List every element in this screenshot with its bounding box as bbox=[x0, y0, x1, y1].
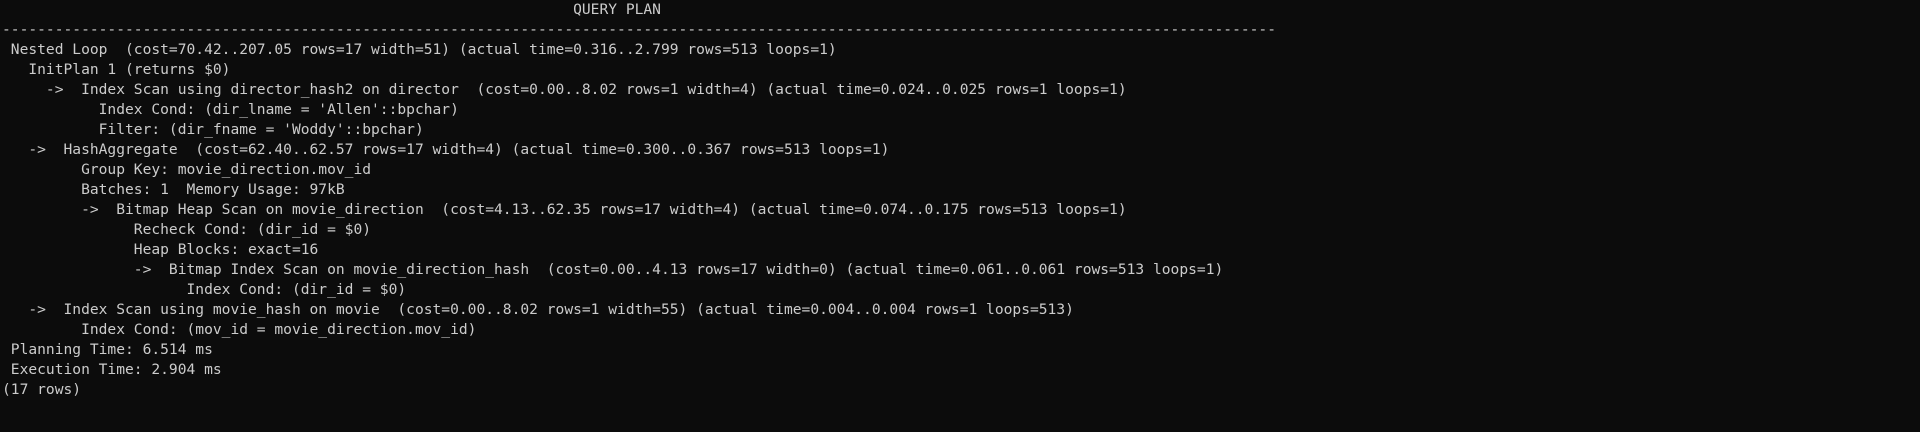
plan-line: Filter: (dir_fname = 'Woddy'::bpchar) bbox=[2, 121, 424, 138]
plan-line: Index Cond: (dir_id = $0) bbox=[2, 281, 407, 298]
terminal-output[interactable]: QUERY PLAN -----------------------------… bbox=[0, 0, 1920, 432]
plan-line: -> HashAggregate (cost=62.40..62.57 rows… bbox=[2, 141, 890, 158]
plan-line: Index Cond: (mov_id = movie_direction.mo… bbox=[2, 321, 477, 338]
plan-line: -> Index Scan using movie_hash on movie … bbox=[2, 301, 1074, 318]
query-plan-header: QUERY PLAN bbox=[2, 1, 661, 18]
plan-line: Index Cond: (dir_lname = 'Allen'::bpchar… bbox=[2, 101, 459, 118]
plan-line: Heap Blocks: exact=16 bbox=[2, 241, 319, 258]
plan-line: -> Bitmap Heap Scan on movie_direction (… bbox=[2, 201, 1127, 218]
plan-line: Batches: 1 Memory Usage: 97kB bbox=[2, 181, 345, 198]
planning-time: Planning Time: 6.514 ms bbox=[2, 341, 213, 358]
header-separator: ----------------------------------------… bbox=[2, 21, 1276, 38]
plan-line: -> Bitmap Index Scan on movie_direction_… bbox=[2, 261, 1224, 278]
plan-line: Recheck Cond: (dir_id = $0) bbox=[2, 221, 372, 238]
plan-line: InitPlan 1 (returns $0) bbox=[2, 61, 231, 78]
plan-line: Nested Loop (cost=70.42..207.05 rows=17 … bbox=[2, 41, 837, 58]
execution-time: Execution Time: 2.904 ms bbox=[2, 361, 222, 378]
plan-line: -> Index Scan using director_hash2 on di… bbox=[2, 81, 1127, 98]
plan-line: Group Key: movie_direction.mov_id bbox=[2, 161, 372, 178]
row-count: (17 rows) bbox=[2, 381, 82, 398]
